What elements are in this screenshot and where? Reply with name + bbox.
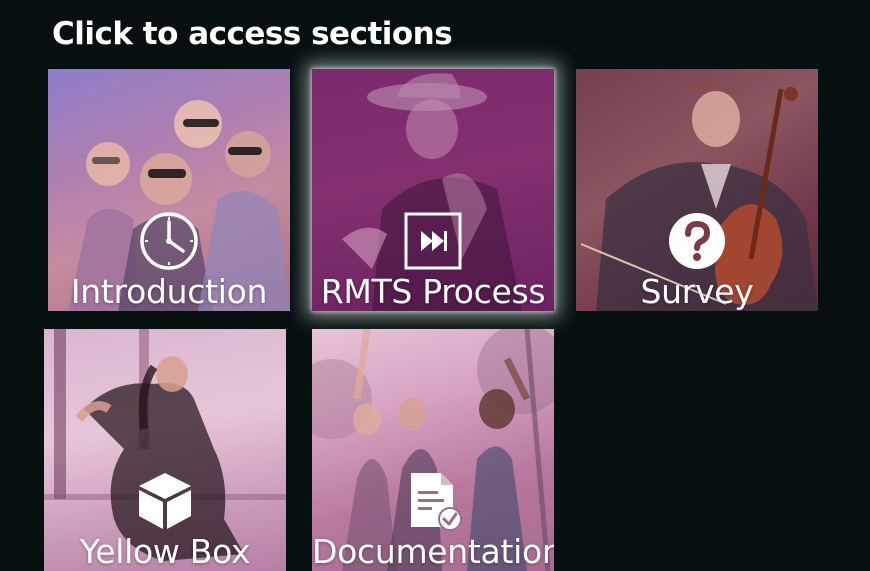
clock-icon: [140, 212, 198, 270]
box-icon: [139, 473, 191, 529]
page-heading: Click to access sections: [52, 16, 453, 52]
tile-introduction[interactable]: Introduction: [48, 69, 290, 311]
tile-label: Yellow Box: [79, 532, 251, 571]
question-icon: [669, 213, 725, 269]
tile-label: Documentation: [312, 532, 554, 571]
tile-label: Introduction: [70, 272, 268, 311]
tile-label: Survey: [640, 272, 754, 311]
tile-rmts-process[interactable]: RMTS Process: [312, 69, 554, 311]
document-check-icon: [411, 473, 462, 531]
tile-documentation[interactable]: Documentation: [312, 329, 554, 571]
tile-survey[interactable]: Survey: [576, 69, 818, 311]
tile-label: RMTS Process: [320, 272, 546, 311]
fast-forward-icon: [404, 212, 462, 270]
tile-yellow-box[interactable]: Yellow Box: [44, 329, 286, 571]
